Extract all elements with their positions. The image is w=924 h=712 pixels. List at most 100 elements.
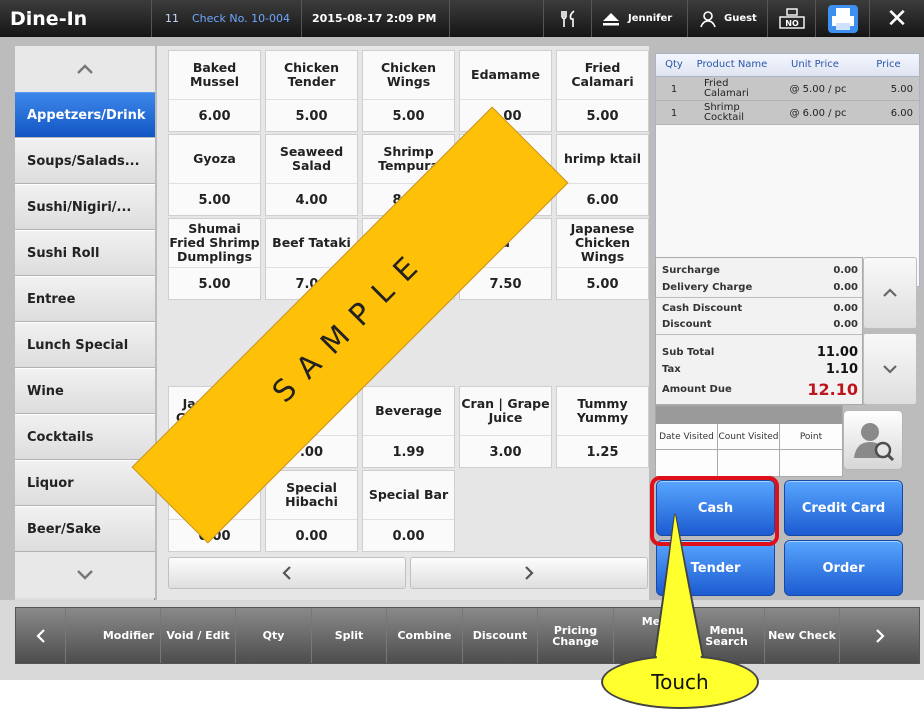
menu-item-special-hibachi[interactable]: Special Hibachi 0.00 [265,470,358,552]
category-entree[interactable]: Entree [15,276,155,322]
category-sushi-nigiri[interactable]: Sushi/Nigiri/... [15,184,155,230]
user-name: Jennifer [628,13,673,24]
menu-item-tuna-tataki[interactable]: Tuna T [362,218,455,300]
check-number[interactable]: Check No. 10-004 [192,0,302,37]
menu-item-name: Japanese Chicken Wings [570,220,635,264]
split-button[interactable]: Split [312,608,387,663]
qty-button[interactable]: Qty [236,608,312,663]
guest-button[interactable]: Guest [688,0,768,37]
menu-item-price: 8.95 [363,183,454,216]
menu-item-special-bar[interactable]: Special Bar 0.00 [362,470,455,552]
amount-due-label: Amount Due [662,383,732,395]
category-appetizers[interactable]: Appetzers/Drink [15,92,155,138]
menu-item-chicken-wings[interactable]: Chicken Wings 5.00 [362,50,455,132]
modifier-button[interactable]: Modifier [66,608,161,663]
chevron-up-icon [77,64,93,74]
discount-button[interactable]: Discount [463,608,538,663]
category-lunch-special[interactable]: Lunch Special [15,322,155,368]
menu-item-fried-calamari[interactable]: Fried Calamari 5.00 [556,50,649,132]
totals-scroll-up[interactable] [863,257,917,329]
date-visited-col: Date Visited [656,424,718,476]
menu-item-hidden-d[interactable]: d 7.50 [459,218,552,300]
function-prev-button[interactable] [16,608,66,663]
menu-item-price: 3.00 [460,435,551,468]
pricing-change-button[interactable]: Pricing Change [538,608,614,663]
menu-item-japanese-green-tea[interactable]: Japanese Green T Po [168,386,261,468]
menu-item-name: Tuna T [385,234,432,250]
function-strip: Modifier Void / Edit Qty Split Combine D… [15,607,920,664]
menu-item-seaweed-salad[interactable]: Seaweed Salad 4.00 [265,134,358,216]
order-button[interactable]: Order [784,540,903,596]
menu-item-name: Beef Tataki [272,234,351,250]
menu-item-price: 5.00 [557,267,648,300]
menu-item-name: Edamame [471,66,540,82]
category-scroll-down[interactable] [15,552,155,598]
category-sushi-roll[interactable]: Sushi Roll [15,230,155,276]
menu-page-next[interactable] [410,557,648,589]
menu-item-chicken-tender[interactable]: Chicken Tender 5.00 [265,50,358,132]
menu-item-price: 0.00 [266,519,357,552]
menu-item-beverage[interactable]: Beverage 1.99 [362,386,455,468]
menu-item-name: Shumai Fried Shrimp Dumplings [169,220,260,264]
menu-item-gyoza[interactable]: Gyoza 5.00 [168,134,261,216]
menu-item-shrimp-tempura[interactable]: Shrimp Tempura 8.95 [362,134,455,216]
point-col: Point [780,424,842,476]
chevron-down-icon [883,365,897,374]
utensils-button[interactable] [544,0,592,37]
surcharge-row: Surcharge 0.00 [662,263,858,277]
user-button[interactable]: Jennifer [592,0,688,37]
no-sale-button[interactable]: NO [768,0,816,37]
order-row[interactable]: 1 Shrimp Cocktail @ 6.00 / pc 6.00 [656,101,919,125]
category-soups-salads[interactable]: Soups/Salads... [15,138,155,184]
menu-item-edamame[interactable]: Edamame 3.00 [459,50,552,132]
table-number[interactable]: 11 [152,0,192,37]
menu-item-name: Cran | Grape Juice [461,395,550,425]
menu-item-shrimp-te[interactable]: Shrim Te [459,134,552,216]
cash-discount-row: Cash Discount 0.00 [662,301,858,315]
new-check-button[interactable]: New Check [765,608,840,663]
menu-item-name: Specia [191,486,238,502]
bottom-bar: Modifier Void / Edit Qty Split Combine D… [0,600,924,680]
totals-scroll-down[interactable] [863,333,917,405]
top-bar-spacer [450,0,544,37]
mode-title[interactable]: Dine-In [0,0,152,37]
menu-item-price: .00 [266,435,357,468]
totals-panel: Surcharge 0.00 Delivery Charge 0.00 Cash D… [655,257,863,405]
menu-item-name: Japanese Green T Po [175,395,254,425]
cash-discount-value: 0.00 [833,302,858,314]
combine-button[interactable]: Combine [387,608,463,663]
cash-highlight-box [650,476,779,546]
category-scroll-up[interactable] [15,46,155,92]
category-beer-sake[interactable]: Beer/Sake [15,506,155,552]
menu-item-hidden-drink[interactable]: .00 [265,386,358,468]
void-edit-button[interactable]: Void / Edit [161,608,236,663]
menu-item-baked-mussel[interactable]: Baked Mussel 6.00 [168,50,261,132]
menu-item-shumai-dumplings[interactable]: Shumai Fried Shrimp Dumplings 5.00 [168,218,261,300]
order-row[interactable]: 1 Fried Calamari @ 5.00 / pc 5.00 [656,77,919,101]
menu-item-beef-tataki[interactable]: Beef Tataki 7.00 [265,218,358,300]
category-liquor[interactable]: Liquor [15,460,155,506]
category-wine[interactable]: Wine [15,368,155,414]
customer-search-button[interactable] [843,410,903,470]
menu-item-price: 1.25 [557,435,648,468]
menu-item-cran-grape-juice[interactable]: Cran | Grape Juice 3.00 [459,386,552,468]
menu-item-name: Tummy Yummy [576,395,629,425]
col-product-name: Product Name [696,59,768,70]
tender-button[interactable]: Tender [656,540,775,596]
menu-item-price: 5.00 [557,99,648,132]
menu-page-prev[interactable] [168,557,406,589]
print-button[interactable] [816,0,870,37]
menu-item-price: 6.00 [557,183,648,216]
category-cocktails[interactable]: Cocktails [15,414,155,460]
menu-item-japanese-chicken-wings[interactable]: Japanese Chicken Wings 5.00 [556,218,649,300]
close-button[interactable]: ✕ [870,0,924,37]
order-price: 6.00 [890,107,913,119]
category-panel: Appetzers/Drink Soups/Salads... Sushi/Ni… [15,46,155,600]
menu-item-shrimp-cocktail[interactable]: hrimp ktail 6.00 [556,134,649,216]
menu-item-name: Chicken Wings [380,59,437,89]
menu-item-tummy-yummy[interactable]: Tummy Yummy 1.25 [556,386,649,468]
credit-card-button[interactable]: Credit Card [784,480,903,536]
function-next-button[interactable] [840,608,919,663]
menu-item-special[interactable]: Specia 0.00 [168,470,261,552]
menu-search-button[interactable]: Menu Search [689,608,765,663]
